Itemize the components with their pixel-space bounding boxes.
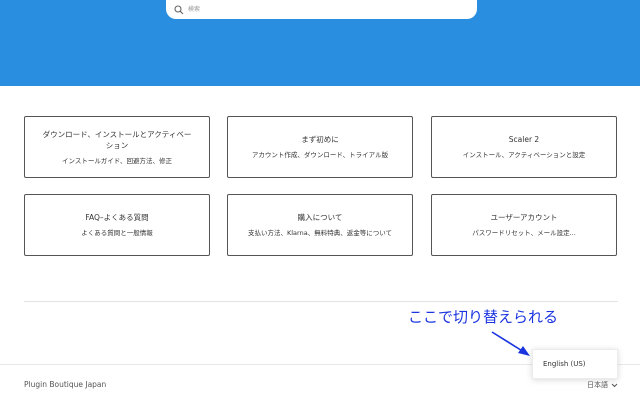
- card-subtitle: インストールガイド、回避方法、修正: [62, 156, 172, 165]
- card-title: 購入について: [297, 213, 343, 222]
- card-subtitle: 支払い方法、Klarna、無料特典、返金等について: [247, 229, 393, 237]
- card-title: ユーザーアカウント: [490, 213, 558, 222]
- card-subtitle: インストール、アクティベーションと設定: [462, 151, 586, 159]
- card-title: FAQ–よくある質問: [85, 213, 149, 222]
- card-getting-started[interactable]: まず初めに アカウント作成、ダウンロード、トライアル版: [227, 116, 413, 178]
- card-title: ダウンロード、インストールとアクティベーション: [42, 129, 192, 150]
- card-purchase[interactable]: 購入について 支払い方法、Klarna、無料特典、返金等について: [227, 194, 413, 256]
- card-title: まず初めに: [301, 135, 339, 144]
- search-icon: [174, 4, 184, 14]
- language-option-english[interactable]: English (US): [543, 360, 586, 368]
- search-input[interactable]: [188, 3, 448, 16]
- language-dropdown-menu: English (US): [532, 349, 618, 379]
- card-scaler-2[interactable]: Scaler 2 インストール、アクティベーションと設定: [431, 116, 617, 178]
- search-bar[interactable]: [166, 0, 477, 19]
- card-download-install[interactable]: ダウンロード、インストールとアクティベーション インストールガイド、回避方法、修…: [24, 116, 210, 178]
- card-faq[interactable]: FAQ–よくある質問 よくある質問と一般情報: [24, 194, 210, 256]
- annotation-arrow-icon: [491, 331, 530, 356]
- chevron-down-icon: [611, 383, 618, 387]
- language-selector-label: 日本語: [587, 381, 608, 389]
- card-user-account[interactable]: ユーザーアカウント パスワードリセット、メール設定...: [431, 194, 617, 256]
- annotation-text: ここで切り替えられる: [408, 308, 559, 326]
- content-divider: [24, 301, 618, 302]
- footer-brand[interactable]: Plugin Boutique Japan: [24, 380, 106, 389]
- language-selector[interactable]: 日本語: [587, 380, 618, 390]
- card-title: Scaler 2: [508, 135, 540, 144]
- card-subtitle: パスワードリセット、メール設定...: [472, 229, 576, 237]
- card-subtitle: よくある質問と一般情報: [81, 229, 153, 237]
- card-subtitle: アカウント作成、ダウンロード、トライアル版: [251, 151, 389, 159]
